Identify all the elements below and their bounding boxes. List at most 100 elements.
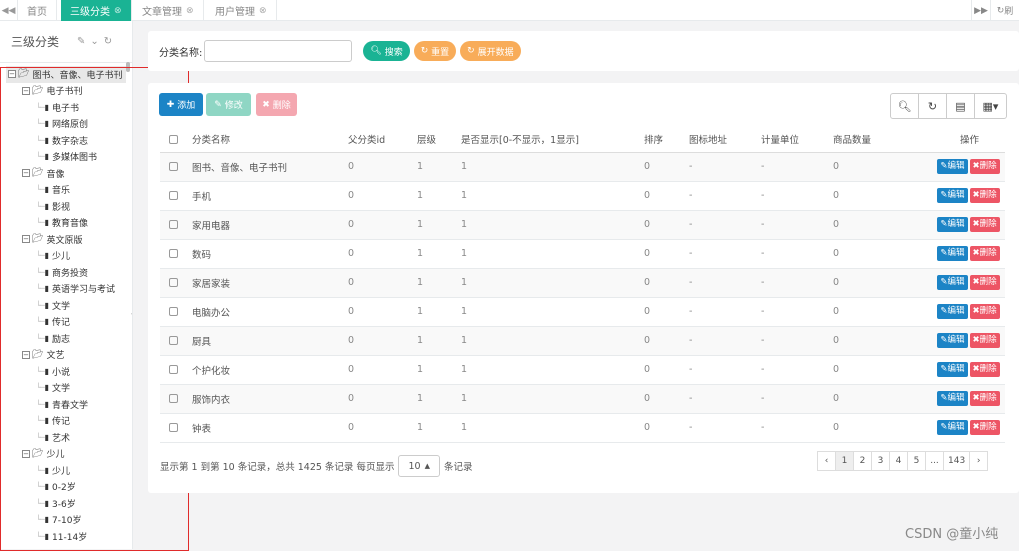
page-button[interactable]: 1 [835,451,854,471]
tree-node[interactable]: └─ ▮ 0-2岁 [0,479,126,496]
row-delete-button[interactable]: ✖删除 [969,304,1000,319]
row-delete-button[interactable]: ✖删除 [969,217,1000,232]
row-edit-button[interactable]: ✎编辑 [937,391,968,406]
refresh-button[interactable]: ↻ [918,93,947,119]
page-size-select[interactable]: 10 ▲ [398,455,440,477]
column-header[interactable]: 商品数量 [833,127,934,153]
tab-1[interactable]: 三级分类 ⊗ [61,0,132,21]
tree-node[interactable]: └─ ▮ 多媒体图书 [0,149,126,166]
tab-3[interactable]: 用户管理 ⊗ [206,0,277,21]
select-all-checkbox[interactable] [169,134,178,144]
tree-node[interactable]: └─ ▮ 少儿 [0,248,126,265]
add-button[interactable]: ✚ 添加 [159,93,203,116]
page-button[interactable]: › [969,451,989,471]
tree-node[interactable]: └─ ▮ 文学 [0,380,126,397]
tree-node[interactable]: └─ ▮ 7-10岁 [0,512,126,529]
tab-scroll-right-icon[interactable]: ▶▶ [971,0,990,21]
tab-0[interactable]: 首页 [18,0,57,21]
close-tab-icon[interactable]: ⊗ [186,6,194,16]
row-edit-button[interactable]: ✎编辑 [937,304,968,319]
table-row[interactable]: 厨具 0 1 1 0- -0 ✎编辑 ✖删除 [160,326,1005,356]
row-checkbox[interactable] [169,220,178,229]
tree-node[interactable]: − 📂︎ 英文原版 [0,231,126,248]
tree-node[interactable]: − 📂︎ 文艺 [0,347,126,364]
search-button[interactable]: 🔍︎ 搜索 [363,41,410,61]
column-header[interactable]: 操作 [934,127,1005,153]
page-button[interactable]: ‹ [817,451,836,471]
collapse-toggle-icon[interactable]: − [22,169,30,178]
category-name-input[interactable] [204,40,353,62]
columns-button[interactable]: ▦▾ [974,93,1007,119]
row-checkbox[interactable] [169,249,178,258]
row-delete-button[interactable]: ✖删除 [969,188,1000,203]
tree-node[interactable]: └─ ▮ 传记 [0,314,126,331]
tree-node[interactable]: └─ ▮ 影视 [0,198,126,215]
tree-node[interactable]: └─ ▮ 青春文学 [0,396,126,413]
collapse-toggle-icon[interactable]: − [22,235,30,244]
row-edit-button[interactable]: ✎编辑 [937,333,968,348]
tree-node[interactable]: └─ ▮ 艺术 [0,429,126,446]
edit-button[interactable]: ✎ 修改 [206,93,251,116]
page-button[interactable]: ... [925,451,944,471]
row-checkbox[interactable] [169,278,178,287]
row-checkbox[interactable] [169,423,178,432]
column-header[interactable]: 是否显示[0-不显示，1显示] [461,127,644,153]
tree-node[interactable]: └─ ▮ 3-6岁 [0,495,126,512]
tree-node[interactable]: − 📂︎ 图书、音像、电子书刊 [6,66,126,83]
page-button[interactable]: 143 [943,451,971,471]
delete-button[interactable]: ✖ 删除 [256,93,297,116]
collapse-toggle-icon[interactable]: − [8,70,16,79]
tree-node[interactable]: └─ ▮ 音乐 [0,182,126,199]
tree-node[interactable]: └─ ▮ 英语学习与考试 [0,281,126,298]
tree-node[interactable]: − 📂︎ 电子书刊 [0,83,126,100]
table-row[interactable]: 手机 0 1 1 0- -0 ✎编辑 ✖删除 [160,181,1005,211]
expand-data-button[interactable]: ↻ 展开数据 [460,41,521,61]
table-row[interactable]: 家居家装 0 1 1 0- -0 ✎编辑 ✖删除 [160,268,1005,298]
column-header[interactable]: 层级 [417,127,461,153]
search-toggle-button[interactable]: 🔍︎ [890,93,919,119]
row-delete-button[interactable]: ✖删除 [969,391,1000,406]
table-row[interactable]: 电脑办公 0 1 1 0- -0 ✎编辑 ✖删除 [160,297,1005,327]
column-header[interactable]: 排序 [644,127,689,153]
row-delete-button[interactable]: ✖删除 [969,333,1000,348]
chevron-down-icon[interactable]: ⌄ [90,36,98,47]
tree-node[interactable]: └─ ▮ 数字杂志 [0,132,126,149]
row-edit-button[interactable]: ✎编辑 [937,188,968,203]
tree-node[interactable]: − 📂︎ 少儿 [0,446,126,463]
table-row[interactable]: 图书、音像、电子书刊 0 1 1 0- -0 ✎编辑 ✖删除 [160,152,1005,182]
tree-node[interactable]: └─ ▮ 11-14岁 [0,528,126,545]
tab-scroll-left-icon[interactable]: ◀◀ [0,0,18,21]
row-edit-button[interactable]: ✎编辑 [937,217,968,232]
row-delete-button[interactable]: ✖删除 [969,246,1000,261]
refresh-tab-button[interactable]: ↻ 刷 [990,0,1019,21]
reset-button[interactable]: ↻ 重置 [413,41,457,61]
table-row[interactable]: 数码 0 1 1 0- -0 ✎编辑 ✖删除 [160,239,1005,269]
tab-2[interactable]: 文章管理 ⊗ [133,0,204,21]
tree-scrollbar[interactable] [126,62,130,72]
edit-icon[interactable]: ✎ [77,36,85,47]
row-edit-button[interactable]: ✎编辑 [937,362,968,377]
tree-node[interactable]: └─ ▮ 文学 [0,297,126,314]
collapse-toggle-icon[interactable]: − [22,449,30,458]
tree-node[interactable]: − 📂︎ 音像 [0,165,126,182]
tree-node[interactable]: └─ ▮ 网络原创 [0,116,126,133]
row-delete-button[interactable]: ✖删除 [969,159,1000,174]
row-checkbox[interactable] [169,336,178,345]
close-tab-icon[interactable]: ⊗ [114,6,122,16]
collapse-toggle-icon[interactable]: − [22,350,30,359]
close-tab-icon[interactable]: ⊗ [259,6,267,16]
row-edit-button[interactable]: ✎编辑 [937,420,968,435]
tree-node[interactable]: └─ ▮ 电子书 [0,99,126,116]
column-header[interactable]: 计量单位 [761,127,833,153]
row-checkbox[interactable] [169,191,178,200]
page-button[interactable]: 4 [889,451,908,471]
collapse-toggle-icon[interactable]: − [22,86,30,95]
row-edit-button[interactable]: ✎编辑 [937,275,968,290]
column-header[interactable]: 图标地址 [689,127,761,153]
tree-node[interactable]: └─ ▮ 教育音像 [0,215,126,232]
page-button[interactable]: 5 [907,451,926,471]
row-edit-button[interactable]: ✎编辑 [937,246,968,261]
row-delete-button[interactable]: ✖删除 [969,420,1000,435]
tree-node[interactable]: └─ ▮ 商务投资 [0,264,126,281]
row-edit-button[interactable]: ✎编辑 [937,159,968,174]
